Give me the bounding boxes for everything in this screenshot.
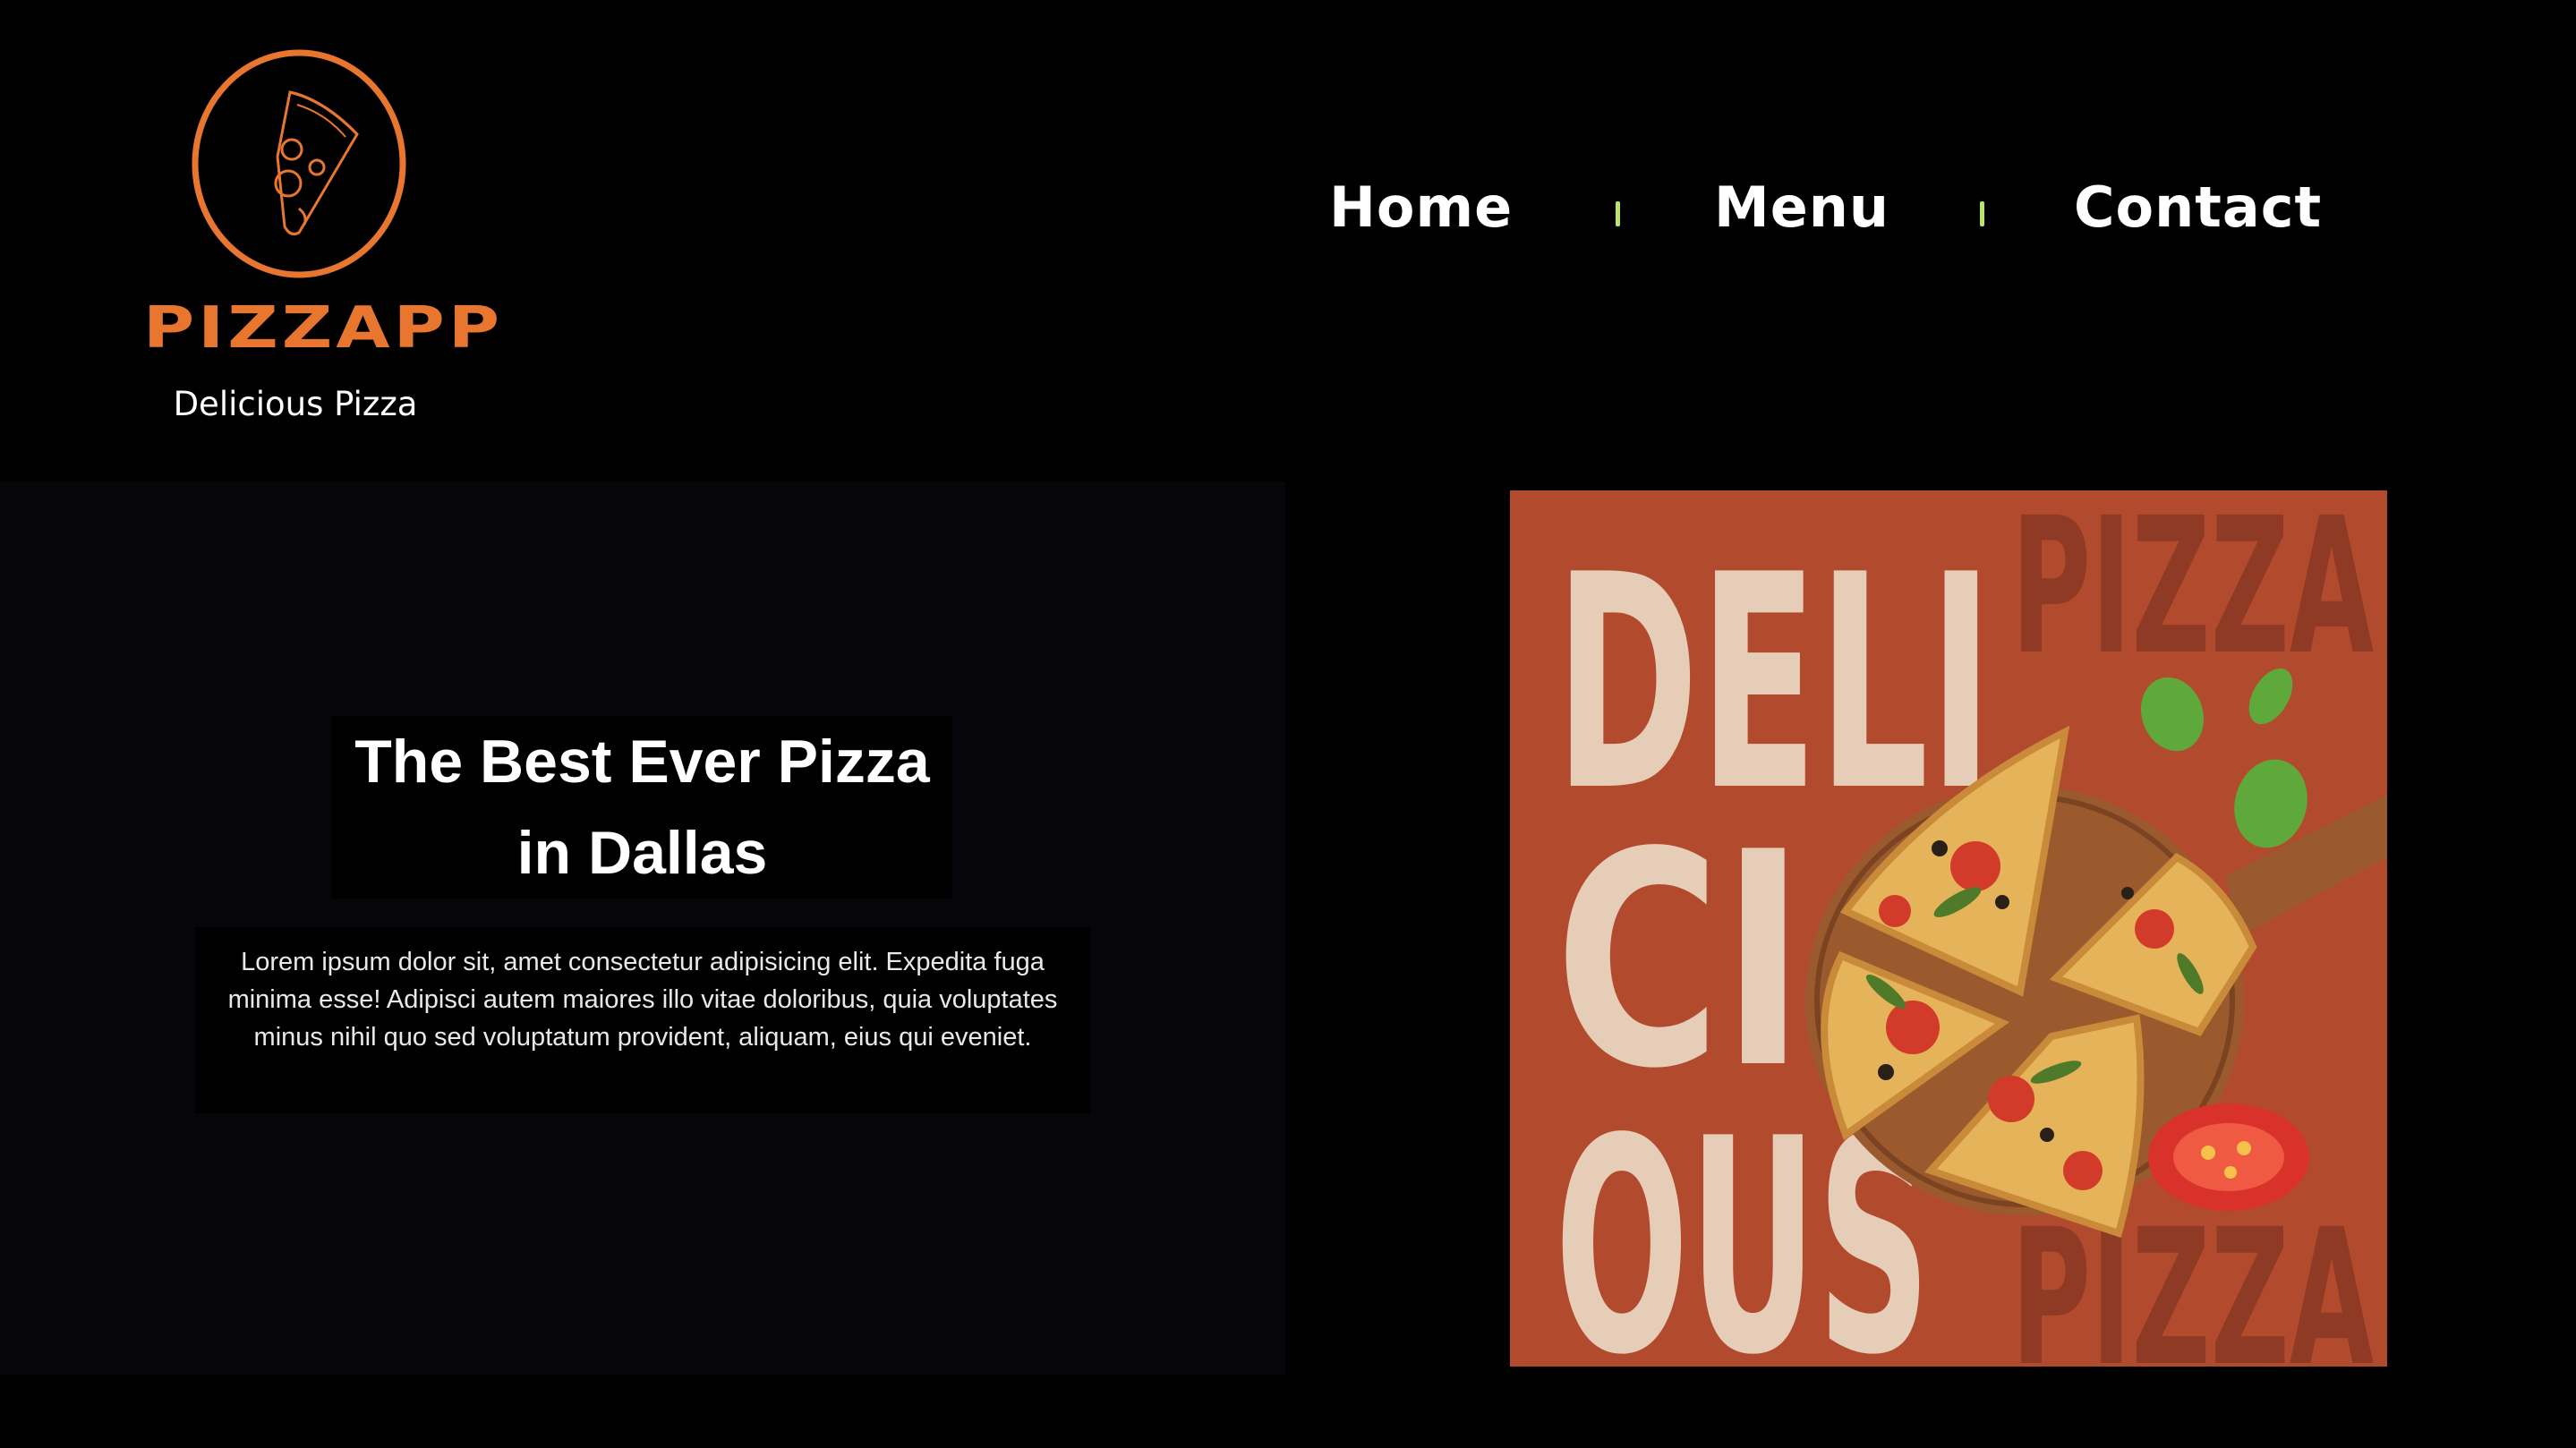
nav-link-contact[interactable]: Contact xyxy=(2074,175,2322,240)
nav-link-home[interactable]: Home xyxy=(1329,175,1513,240)
brand-name: PIZZAPP xyxy=(143,295,504,362)
pizza-slice-logo-icon xyxy=(192,49,406,278)
tomato-slice-icon xyxy=(2148,1103,2309,1211)
nav-link-menu[interactable]: Menu xyxy=(1714,175,1889,240)
nav-separator xyxy=(1980,201,1984,226)
nav-separator xyxy=(1616,201,1620,226)
poster-bg-word-top: PIZZA xyxy=(2011,490,2374,696)
hero-description: Lorem ipsum dolor sit, amet consectetur … xyxy=(227,948,1058,1052)
hero-title-line-1: The Best Ever Pizza xyxy=(354,728,930,796)
pizza-poster-image: PIZZA PIZZA DELI CI OUS xyxy=(1510,490,2387,1367)
hero-title-line-2: in Dallas xyxy=(516,819,768,887)
hero-title-box: The Best Ever Pizza in Dallas xyxy=(332,716,952,899)
brand-tagline: Delicious Pizza xyxy=(173,385,418,423)
hero-title: The Best Ever Pizza in Dallas xyxy=(332,716,952,899)
hero-description-box: Lorem ipsum dolor sit, amet consectetur … xyxy=(195,927,1090,1113)
brand-logo[interactable]: PIZZAPP Delicious Pizza xyxy=(143,45,504,439)
